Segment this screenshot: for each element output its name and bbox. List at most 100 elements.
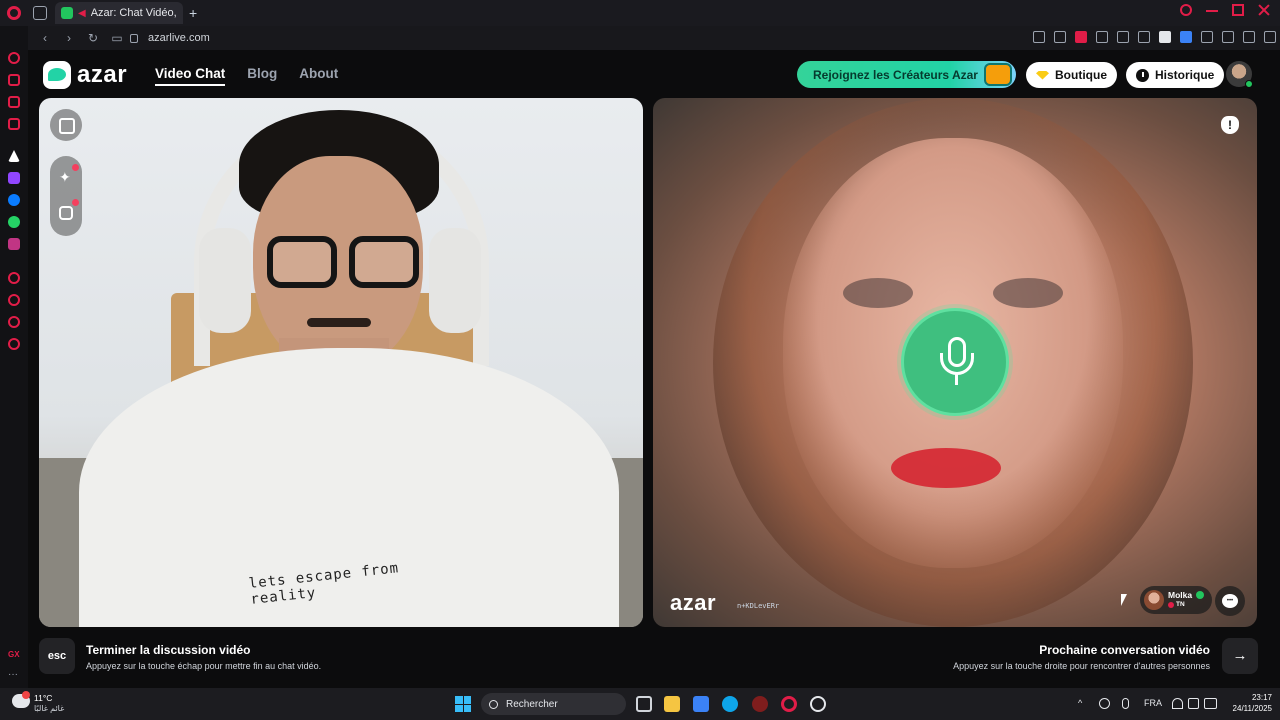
nav-video-chat[interactable]: Video Chat [155,66,226,86]
microphone-tray-icon[interactable] [1122,698,1129,709]
settings-icon[interactable] [8,338,20,350]
nav-blog[interactable]: Blog [247,66,277,86]
edge-icon[interactable] [722,696,738,712]
puzzle-icon[interactable] [1222,31,1234,43]
instagram-icon[interactable] [8,238,20,250]
join-creators-button[interactable]: Rejoignez les Créateurs Azar [797,61,1016,88]
expand-video-button[interactable] [50,109,82,141]
partner-country-code: TN [1176,601,1185,608]
volume-icon[interactable] [1188,698,1199,709]
camera-indicator-icon[interactable]: ▭ [110,31,124,45]
bookmark-heart-icon[interactable] [1138,31,1150,43]
tab-search-icon[interactable] [1180,4,1192,16]
menu-icon[interactable] [1264,31,1276,43]
tab-title: Azar: Chat Vidéo, Ren [90,7,177,19]
windows-start-icon[interactable] [455,696,471,712]
aria-ai-icon[interactable] [8,150,20,162]
opera-gx-taskbar-icon[interactable] [752,696,768,712]
translate-icon[interactable] [1180,31,1192,43]
more-icon[interactable]: ··· [8,669,20,681]
pin-icon[interactable] [1033,31,1045,43]
whatsapp-icon[interactable] [8,216,20,228]
taskbar-search[interactable]: Rechercher [481,693,626,715]
wifi-icon[interactable] [1172,698,1183,709]
speed-dial-icon[interactable] [8,272,20,284]
blurred-eye-left [843,278,913,308]
weather-description[interactable]: غائم غالبًا [34,704,64,713]
nav-about[interactable]: About [299,66,338,86]
snapshot-icon[interactable] [1054,31,1066,43]
play-icon[interactable] [1117,31,1129,43]
heart-icon[interactable] [1096,31,1108,43]
microphone-button[interactable] [901,308,1009,416]
taskbar-date[interactable]: 24/11/2025 [1226,704,1272,713]
reload-button[interactable]: ↻ [86,31,100,45]
steam-icon[interactable] [810,696,826,712]
vpn-icon[interactable] [8,316,20,328]
microsoft-store-icon[interactable] [693,696,709,712]
back-button[interactable]: ‹ [38,31,52,45]
download-icon[interactable] [1243,31,1255,43]
forward-button[interactable]: › [62,31,76,45]
filter-notification-dot [72,199,79,206]
language-indicator[interactable]: FRA [1144,698,1162,708]
history-button[interactable]: Historique [1126,62,1225,88]
opera-logo-icon[interactable] [7,6,21,20]
file-explorer-icon[interactable] [664,696,680,712]
twitch-icon[interactable] [8,118,20,130]
shop-button[interactable]: Boutique [1026,62,1117,88]
shop-label: Boutique [1055,68,1107,82]
shopping-icon[interactable] [8,74,20,86]
video-watermark-id: n+KDLevERr [737,602,780,610]
maximize-button[interactable] [1232,4,1244,16]
new-tab-button[interactable]: + [189,5,197,21]
url-field[interactable]: azarlive.com [148,32,210,44]
azar-logo[interactable]: azar [43,61,127,89]
browser-toolbar-icons [1033,31,1276,43]
report-shield-icon[interactable]: ! [1221,116,1239,134]
lock-icon[interactable] [130,33,138,43]
adblock-icon[interactable] [1075,31,1087,43]
next-arrow-button[interactable]: → [1222,638,1258,674]
mouse-cursor-icon [1121,594,1127,606]
address-bar: ‹ › ↻ ▭ azarlive.com [28,26,1280,50]
windows-taskbar: 11°C غائم غالبًا Rechercher ^ FRA 23:17 … [0,688,1280,720]
taskbar-search-placeholder: Rechercher [506,698,558,710]
partner-profile-tag[interactable]: Molka TN [1140,586,1212,614]
wallet-icon[interactable] [1201,31,1213,43]
sync-icon[interactable] [1099,698,1110,709]
minimize-button[interactable] [1206,4,1218,12]
sparkle-effects-icon[interactable]: ✦ [59,170,73,184]
history-icon[interactable] [8,294,20,306]
tray-overflow-icon[interactable]: ^ [1078,698,1082,708]
speaker-icon[interactable]: ◀ [78,8,86,19]
task-view-icon[interactable] [636,696,652,712]
browser-tab-active[interactable]: ◀ Azar: Chat Vidéo, Ren [55,2,183,24]
weather-temperature[interactable]: 11°C [34,693,52,703]
esc-key-button[interactable]: esc [39,638,75,674]
player-icon[interactable] [8,96,20,108]
battery-icon[interactable] [1204,698,1217,709]
blurred-eye-right [993,278,1063,308]
remote-video: ! azar n+KDLevERr Molka TN [653,98,1257,627]
left-earcup [199,228,251,333]
logo-text: azar [77,61,128,88]
next-chat-title: Prochaine conversation vidéo [1039,643,1210,657]
search-icon [489,699,498,709]
aria-icon[interactable] [8,52,20,64]
taskbar-time[interactable]: 23:17 [1238,693,1272,702]
tab-islands-icon[interactable] [33,6,47,20]
opera-taskbar-icon[interactable] [781,696,797,712]
close-window-button[interactable] [1258,4,1270,16]
extension-icon[interactable] [1159,31,1171,43]
face-filter-icon[interactable] [59,206,73,220]
twitch-app-icon[interactable] [8,172,20,184]
open-chat-button[interactable] [1215,586,1245,616]
end-chat-subtitle: Appuyez sur la touche échap pour mettre … [86,661,322,671]
verified-badge-icon [1196,591,1204,599]
microphone-base [955,373,958,385]
partner-country: TN [1168,600,1192,609]
site-header: azar Video Chat Blog About Rejoignez les… [28,50,1280,98]
gx-icon[interactable]: GX [8,650,20,662]
messenger-icon[interactable] [8,194,20,206]
